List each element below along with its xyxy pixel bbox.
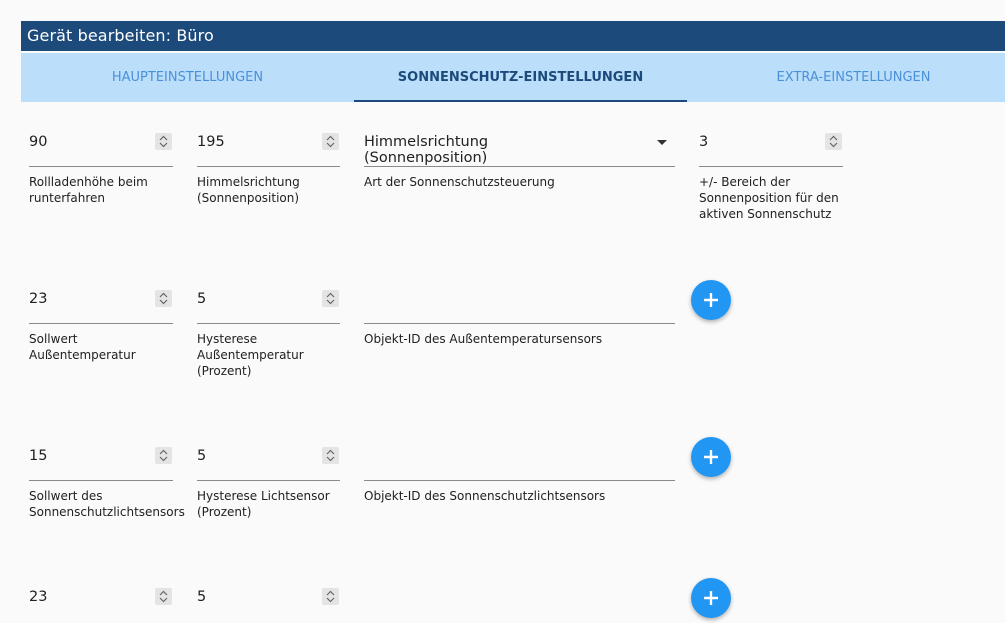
add-button[interactable] <box>691 280 731 320</box>
hysterese-lichtsensor-value[interactable]: 5 <box>197 448 206 464</box>
input-underline <box>364 323 675 324</box>
spinner-arrows-icon[interactable] <box>322 290 339 307</box>
input-underline <box>197 166 340 167</box>
hysterese-aussentemperatur-label: Hysterese Außentemperatur (Prozent) <box>197 332 304 378</box>
spinner-arrows-icon[interactable] <box>322 447 339 464</box>
hysterese-lichtsensor-label: Hysterese Lichtsensor (Prozent) <box>197 489 330 519</box>
dropdown-arrow-icon[interactable] <box>657 140 667 145</box>
input-underline <box>364 480 675 481</box>
aussentemperatursensor-id-label: Objekt-ID des Außentemperatursensors <box>364 332 603 346</box>
tab-haupteinstellungen[interactable]: HAUPTEINSTELLUNGEN <box>21 53 354 102</box>
rollladenhoehe-label: Rollladenhöhe beim runterfahren <box>29 175 148 205</box>
spinner-arrows-icon[interactable] <box>155 588 172 605</box>
dialog-title: Gerät bearbeiten: Büro <box>27 26 214 45</box>
lichtsensor-id-label: Objekt-ID des Sonnenschutzlichtsensors <box>364 489 606 503</box>
spinner-arrows-icon[interactable] <box>155 447 172 464</box>
tab-bar: HAUPTEINSTELLUNGEN SONNENSCHUTZ-EINSTELL… <box>21 53 1005 102</box>
add-button[interactable] <box>691 437 731 477</box>
plus-icon <box>704 450 718 464</box>
input-underline <box>699 166 843 167</box>
dialog-title-bar: Gerät bearbeiten: Büro <box>21 21 1005 51</box>
sollwert-lichtsensor-value[interactable]: 15 <box>29 448 47 464</box>
plus-icon <box>704 293 718 307</box>
rollladenhoehe-value[interactable]: 90 <box>29 134 47 150</box>
sonnenschutzsteuerung-value[interactable]: Himmelsrichtung (Sonnenposition) <box>364 134 488 166</box>
plus-icon <box>704 591 718 605</box>
input-underline <box>197 480 340 481</box>
sonnenschutzsteuerung-label: Art der Sonnenschutzsteuerung <box>364 175 555 189</box>
input-underline <box>364 166 675 167</box>
row4-field-1-value[interactable]: 23 <box>29 589 47 605</box>
sonnenposition-bereich-label: +/- Bereich der Sonnenposition für den a… <box>699 175 839 221</box>
tab-sonnenschutz-einstellungen[interactable]: SONNENSCHUTZ-EINSTELLUNGEN <box>354 53 687 102</box>
input-underline <box>29 480 173 481</box>
sonnenposition-bereich-value[interactable]: 3 <box>699 134 708 150</box>
spinner-arrows-icon[interactable] <box>155 133 172 150</box>
row4-field-2-value[interactable]: 5 <box>197 589 206 605</box>
active-tab-indicator <box>354 100 687 102</box>
input-underline <box>197 323 340 324</box>
tab-extra-einstellungen[interactable]: EXTRA-EINSTELLUNGEN <box>687 53 1005 102</box>
himmelsrichtung-label: Himmelsrichtung (Sonnenposition) <box>197 175 300 205</box>
spinner-arrows-icon[interactable] <box>825 133 842 150</box>
input-underline <box>29 323 173 324</box>
sollwert-aussentemperatur-value[interactable]: 23 <box>29 291 47 307</box>
sollwert-aussentemperatur-label: Sollwert Außentemperatur <box>29 332 136 362</box>
hysterese-aussentemperatur-value[interactable]: 5 <box>197 291 206 307</box>
himmelsrichtung-value[interactable]: 195 <box>197 134 225 150</box>
spinner-arrows-icon[interactable] <box>322 133 339 150</box>
sollwert-lichtsensor-label: Sollwert des Sonnenschutzlichtsensors <box>29 489 185 519</box>
spinner-arrows-icon[interactable] <box>155 290 172 307</box>
add-button[interactable] <box>691 578 731 618</box>
spinner-arrows-icon[interactable] <box>322 588 339 605</box>
input-underline <box>29 166 173 167</box>
